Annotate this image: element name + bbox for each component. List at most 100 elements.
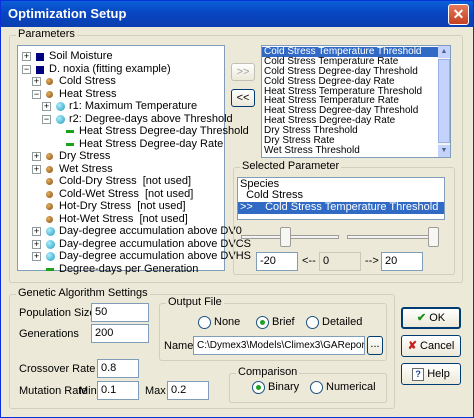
parameter-tree[interactable]: + Soil Moisture − D. noxia (fitting example…	[17, 45, 251, 275]
expand-icon[interactable]: +	[22, 52, 31, 61]
output-brief-radio[interactable]	[256, 316, 269, 329]
brown-bullet-icon	[46, 178, 53, 185]
output-brief-label: Brief	[272, 316, 295, 328]
parameters-group-label: Parameters	[16, 28, 77, 40]
tree-item-label: Degree-days per Generation	[59, 262, 199, 275]
collapse-icon[interactable]: −	[32, 89, 41, 99]
tree-item[interactable]: Cold-Wet Stress [not used]	[18, 188, 222, 201]
generations-field[interactable]: 200	[91, 324, 149, 343]
window-title: Optimization Setup	[8, 6, 127, 21]
tree-item-label: Heat Stress Degree-day Rate	[79, 137, 224, 150]
population-size-label: Population Size	[19, 307, 96, 319]
expand-icon[interactable]: +	[32, 152, 41, 161]
tree-item-label: Day-degree accumulation above DV0	[59, 225, 242, 237]
cancel-x-icon: ✘	[407, 340, 417, 352]
browse-button[interactable]: ...	[367, 336, 383, 355]
tree-item[interactable]: − D. noxia (fitting example)	[18, 63, 222, 76]
tree-item-label: Hot-Dry Stress [not used]	[59, 200, 186, 212]
max-value-field[interactable]: 20	[381, 252, 423, 271]
tree-item-label: Cold-Dry Stress [not used]	[59, 175, 192, 187]
tree-item[interactable]: + Soil Moisture	[18, 50, 222, 63]
cancel-button[interactable]: ✘ Cancel	[401, 335, 461, 357]
tree-item[interactable]: Heat Stress Degree-day Threshold	[18, 125, 249, 138]
output-file-path-field[interactable]: C:\Dymex3\Models\Climex3\GAReport.txt	[193, 336, 365, 355]
expand-icon[interactable]: +	[32, 239, 41, 249]
brown-bullet-icon	[46, 153, 53, 160]
min-value-field[interactable]: -20	[256, 252, 298, 271]
brown-bullet-icon	[46, 90, 53, 98]
tree-item[interactable]: + Day-degree accumulation above DV0	[18, 225, 242, 238]
tree-item[interactable]: + Day-degree accumulation above DVCS	[18, 238, 251, 251]
max-range-slider-thumb[interactable]	[428, 227, 439, 247]
tree-item[interactable]: + Dry Stress	[18, 150, 222, 163]
cancel-label: Cancel	[420, 340, 455, 352]
tree-item[interactable]: Hot-Dry Stress [not used]	[18, 200, 222, 213]
tree-item[interactable]: Degree-days per Generation	[18, 263, 222, 276]
collapse-icon[interactable]: −	[22, 64, 31, 74]
green-dash-icon	[66, 130, 74, 133]
scroll-down-icon[interactable]: ▼	[438, 145, 450, 157]
generations-label: Generations	[19, 328, 79, 340]
tree-item[interactable]: Hot-Wet Stress [not used]	[18, 213, 222, 226]
cyan-bullet-icon	[46, 252, 55, 261]
comparison-binary-radio[interactable]	[252, 381, 265, 394]
tree-item-label: Dry Stress	[59, 150, 111, 162]
expand-icon[interactable]: +	[32, 77, 41, 86]
output-detailed-label: Detailed	[322, 316, 363, 328]
cyan-bullet-icon	[56, 114, 65, 124]
brown-bullet-icon	[46, 215, 53, 223]
help-button[interactable]: ? Help	[401, 363, 461, 385]
crossover-rate-field[interactable]: 0.8	[97, 359, 139, 378]
comparison-binary-label: Binary	[268, 381, 300, 393]
tree-item[interactable]: + r1: Maximum Temperature	[18, 100, 222, 113]
close-icon: ✕	[452, 6, 465, 22]
expand-icon[interactable]: +	[42, 102, 51, 111]
output-none-radio[interactable]	[198, 316, 211, 329]
help-book-icon: ?	[412, 368, 425, 381]
close-button[interactable]: ✕	[448, 4, 469, 25]
output-detailed-radio[interactable]	[306, 316, 319, 329]
tree-item[interactable]: Cold-Dry Stress [not used]	[18, 175, 222, 188]
mutation-max-field[interactable]: 0.2	[167, 381, 209, 400]
tree-item[interactable]: − r2: Degree-days above Threshold	[18, 113, 233, 126]
checkmark-icon: ✔	[416, 312, 427, 324]
scroll-thumb[interactable]	[438, 59, 450, 143]
current-value-field: 0	[319, 252, 361, 271]
tree-item[interactable]: − Heat Stress	[18, 88, 222, 101]
scroll-up-icon[interactable]: ▲	[438, 46, 450, 58]
ga-settings-label: Genetic Algorithm Settings	[16, 287, 150, 299]
tree-item-label: Heat Stress Degree-day Threshold	[79, 125, 249, 137]
max-range-slider-track[interactable]	[347, 235, 439, 239]
add-parameter-button[interactable]: >>	[231, 63, 255, 81]
browse-label: ...	[370, 338, 380, 350]
tree-item[interactable]: Heat Stress Degree-day Rate	[18, 137, 224, 151]
population-size-field[interactable]: 50	[91, 303, 149, 322]
ok-button[interactable]: ✔ OK	[401, 307, 461, 329]
tree-item-label: Day-degree accumulation above DVCS	[59, 237, 251, 250]
expand-icon[interactable]: +	[32, 227, 41, 236]
tree-item-label: Day-degree accumulation above DVHS	[59, 250, 251, 262]
comparison-numerical-label: Numerical	[326, 381, 376, 393]
tree-item[interactable]: + Cold Stress	[18, 75, 222, 88]
min-arrow-label: <--	[302, 255, 316, 267]
mutation-rate-label: Mutation Rate	[19, 385, 88, 397]
tree-item-label: Soil Moisture	[49, 50, 113, 62]
remove-parameter-button[interactable]: <<	[231, 89, 255, 107]
selected-parameters-list[interactable]: Cold Stress Temperature Threshold Cold St…	[261, 45, 451, 158]
max-arrow-label: -->	[365, 255, 379, 267]
collapse-icon[interactable]: −	[42, 114, 51, 124]
min-range-slider-thumb[interactable]	[280, 227, 292, 247]
expand-icon[interactable]: +	[32, 252, 41, 261]
mutation-min-field[interactable]: 0.1	[97, 381, 139, 400]
tree-item[interactable]: + Wet Stress	[18, 163, 222, 176]
selected-list-scrollbar[interactable]: ▲ ▼	[438, 46, 450, 157]
selected-parameter-path: Species Cold Stress >> Cold Stress Tempe…	[237, 177, 445, 220]
output-name-label: Name:	[164, 340, 197, 352]
expand-icon[interactable]: +	[32, 164, 41, 174]
tree-item-label: Wet Stress	[59, 162, 113, 175]
crossover-rate-label: Crossover Rate	[19, 363, 96, 375]
comparison-numerical-radio[interactable]	[310, 381, 323, 394]
help-label: Help	[427, 368, 450, 380]
selected-list-item[interactable]: Wet Stress Threshold	[262, 145, 438, 156]
tree-item[interactable]: + Day-degree accumulation above DVHS	[18, 250, 251, 263]
